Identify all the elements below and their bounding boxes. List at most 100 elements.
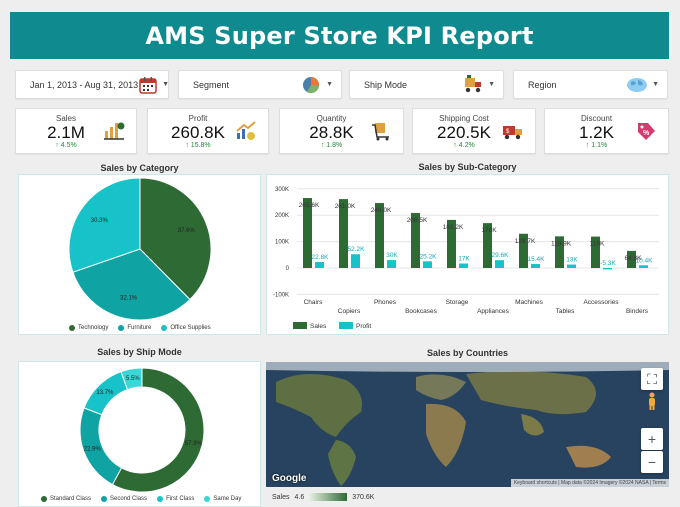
pie-chart-icon [300,74,322,96]
sales-data-label: 129.7K [515,238,536,245]
x-tick-label: Chairs [304,299,324,306]
kpi-delta: ↑ 4.5% [55,142,77,149]
kpi-delta: ↑ 4.2% [453,142,475,149]
satellite-imagery [266,362,669,487]
date-range-label: Jan 1, 2013 - Aug 31, 2013 [30,79,139,90]
legend-item: Standard Class [41,496,91,502]
profit-bar[interactable] [387,260,396,268]
legend-swatch [339,322,353,329]
profit-growth-icon [236,121,256,140]
kpi-shipping-cost: Shipping Cost 220.5K ↑ 4.2% $ [412,108,536,154]
map-legend-label: Sales [272,493,290,501]
x-tick-label: Appliances [477,308,510,315]
kpi-discount: Discount 1.2K ↑ 1.1% % [544,108,669,154]
kpi-delta: ↑ 1.8% [320,142,343,149]
profit-bar[interactable] [315,261,324,268]
fullscreen-icon[interactable]: ⛶ [641,368,663,390]
profit-data-label: 22.8K [312,254,330,261]
sales-data-label: 119K [590,241,605,248]
zoom-in-icon[interactable]: + [641,428,663,450]
kpi-sales: Sales 2.1M ↑ 4.5% [15,108,137,154]
sales-data-label: 119.9K [551,240,572,247]
map-legend-max: 370.6K [352,493,375,501]
chevron-down-icon: ▼ [162,81,170,88]
date-range-filter[interactable]: Jan 1, 2013 - Aug 31, 2013 ▼ [15,70,169,99]
sales-by-subcategory-title: Sales by Sub-Category [418,162,517,172]
profit-bar[interactable] [495,260,504,268]
sales-data-label: 208.5K [407,217,428,224]
profit-data-label: 17K [458,256,470,263]
chevron-down-icon: ▼ [488,81,495,88]
shipmode-donut-chart: 57.9% 22.9% 13.7% 5.5% [79,367,205,493]
y-tick-label: 100K [275,240,289,246]
category-pie-chart: 37.6% 32.1% 30.3% [68,177,212,321]
legend-swatch [293,322,307,329]
profit-data-label: 29.6K [492,252,510,259]
profit-bar[interactable] [567,264,576,268]
shipmode-legend: Standard Class Second Class First Class … [41,496,241,502]
subcategory-bar-chart: 300K 200K 100K 0 -100K 265.6K 22.8K Chairs 261.0… [273,187,659,330]
money-chart-icon [104,122,125,140]
legend-item: Technology [69,325,108,331]
x-tick-label: Bookcases [405,308,438,315]
x-tick-label: Machines [515,299,544,306]
sales-data-label: 265.6K [299,202,320,209]
x-tick-label: Storage [446,299,469,306]
slice-label: 37.6% [178,228,196,234]
profit-data-label: -5.3K [600,260,616,267]
sales-by-category-panel: 37.6% 32.1% 30.3% Technology Furniture Off… [18,174,261,335]
profit-bar[interactable] [423,261,432,268]
y-tick-label: 0 [286,266,290,272]
y-tick-label: 300K [275,187,289,193]
profit-bar[interactable] [351,254,360,268]
kpi-delta: ↑ 1.1% [585,142,608,149]
profit-bar[interactable] [531,263,540,268]
calendar-icon [138,74,158,96]
profit-bar[interactable] [639,265,648,268]
x-tick-label: Copiers [338,308,361,315]
region-label: Region [528,79,557,90]
kpi-profit: Profit 260.8K ↑ 15.8% [147,108,269,154]
x-tick-label: Tables [556,308,576,315]
chevron-down-icon: ▼ [326,81,333,88]
sales-by-countries-title: Sales by Countries [426,348,509,358]
sales-by-category-title: Sales by Category [100,163,179,173]
x-tick-label: Accessories [583,299,619,306]
sales-by-shipmode-panel: 57.9% 22.9% 13.7% 5.5% Standard Class Secon… [18,361,261,507]
slice-label: 5.5% [126,376,140,382]
google-logo: Google [272,473,307,484]
world-map[interactable]: ⛶ + − Google Keyboard shortcuts | Map da… [266,362,669,487]
y-tick-label: -100K [273,292,289,298]
map-attribution[interactable]: Keyboard shortcuts | Map data ©2024 Imag… [510,479,669,487]
profit-data-label: 25.2K [420,253,438,260]
shipping-truck-icon: $ [503,126,522,140]
legend-label: Sales [310,323,327,330]
profit-data-label: 13K [566,257,578,264]
zoom-out-icon[interactable]: − [641,451,663,473]
category-legend: Technology Furniture Office Supplies [69,325,211,331]
region-filter[interactable]: Region ▼ [513,70,668,99]
slice-label: 32.1% [120,296,138,302]
delivery-truck-icon [462,74,484,96]
profit-data-label: 15.4K [528,256,546,263]
map-legend-min: 4.6 [294,493,305,501]
chevron-down-icon: ▼ [652,81,659,88]
slice-label: 57.9% [185,441,203,447]
globe-icon [626,74,648,96]
legend-label: Profit [356,323,371,330]
discount-tag-icon: % [638,123,655,140]
legend-item: Office Supplies [161,325,211,331]
ship-mode-filter[interactable]: Ship Mode ▼ [349,70,504,99]
profit-bar[interactable] [459,263,468,268]
y-tick-label: 200K [275,213,289,219]
sales-data-label: 246.0K [371,207,392,214]
profit-bar[interactable] [603,268,612,270]
slice-label: 22.9% [84,446,102,452]
segment-filter[interactable]: Segment ▼ [178,70,342,99]
legend-item: Second Class [101,496,147,502]
kpi-delta: ↑ 15.8% [185,142,211,149]
pegman-icon[interactable] [641,390,663,412]
ship-mode-label: Ship Mode [364,79,408,90]
x-tick-label: Binders [626,308,649,315]
segment-label: Segment [193,79,230,90]
